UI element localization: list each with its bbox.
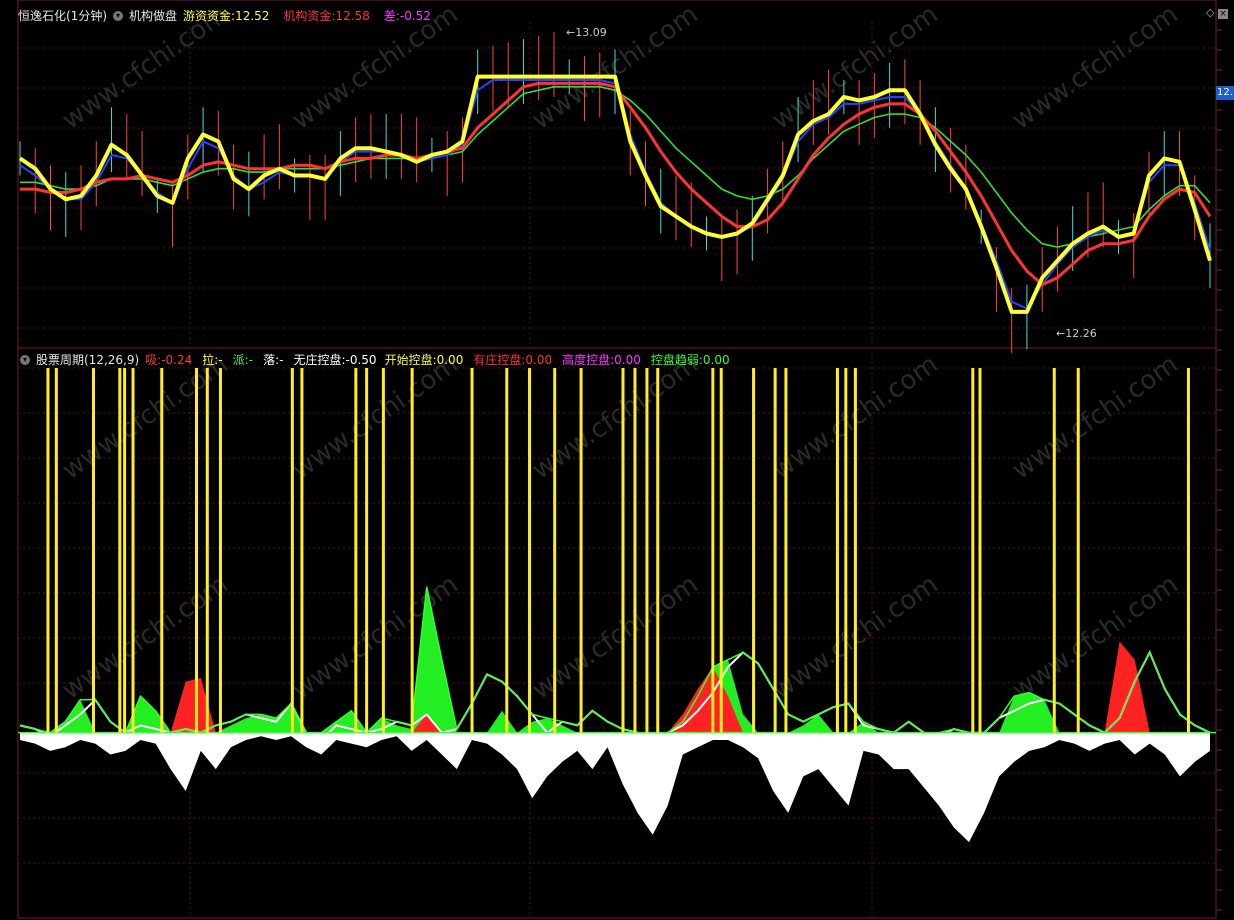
bottom-indicator-name: 股票周期(12,26,9): [36, 353, 140, 367]
indicator-toggle-icon[interactable]: ▾: [20, 354, 30, 365]
bottom-item-7-label: 高度控盘:: [562, 353, 615, 367]
bottom-legend: ▾ 股票周期(12,26,9) 吸: -0.24 拉: - 派: - 落: - …: [20, 351, 736, 368]
top-item-2-label: 差:: [383, 9, 400, 23]
top-item-0-value: 12.52: [235, 8, 270, 23]
top-indicator-name: 机构做盘: [129, 9, 178, 23]
chart-canvas[interactable]: www.cfchi.com www.cfchi.com www.cfchi.com w…: [0, 0, 1234, 920]
bottom-item-2-label: 派:: [232, 353, 249, 367]
bottom-item-7-value: 0.00: [614, 352, 641, 367]
diamond-icon[interactable]: ◇: [1206, 6, 1214, 19]
bottom-item-8-value: 0.00: [702, 352, 730, 367]
bottom-item-6-label: 有庄控盘:: [473, 353, 526, 367]
bottom-item-3-value: -: [279, 352, 284, 367]
bottom-item-0-label: 吸:: [145, 353, 162, 367]
watermark: www.cfchi.com: [287, 349, 464, 485]
bottom-item-0-value: -0.24: [161, 352, 193, 367]
top-item-2-value: -0.52: [399, 8, 431, 23]
panel-window-icons[interactable]: ◇ ×: [1206, 6, 1228, 19]
bottom-item-5-value: 0.00: [436, 352, 464, 367]
top-item-1-label: 机构资金:: [283, 9, 336, 23]
bottom-item-6-value: 0.00: [525, 352, 553, 367]
close-icon[interactable]: ×: [1218, 9, 1228, 19]
high-price-label: ←13.09: [566, 26, 607, 39]
bottom-item-4-label: 无庄控盘:: [293, 353, 346, 367]
bottom-item-1-label: 拉:: [202, 353, 219, 367]
top-item-0-label: 游资资金:: [183, 9, 236, 23]
top-item-1-value: 12.58: [335, 8, 370, 23]
top-legend: 恒逸石化(1分钟) ▾ 机构做盘 游资资金: 12.52 机构资金: 12.58…: [18, 7, 437, 24]
stock-label: 恒逸石化(1分钟): [18, 9, 107, 23]
bottom-item-8-label: 控盘趋弱:: [650, 353, 703, 367]
bottom-item-2-value: -: [248, 352, 254, 367]
indicator-toggle-icon[interactable]: ▾: [113, 10, 123, 21]
watermark: www.cfchi.com: [1007, 0, 1184, 136]
bottom-item-1-value: -: [218, 352, 223, 367]
negative-area: [20, 732, 1210, 843]
low-price-label: ←12.26: [1056, 327, 1097, 340]
bottom-item-5-label: 开始控盘:: [384, 353, 437, 367]
bottom-item-4-value: -0.50: [345, 352, 377, 367]
watermark: www.cfchi.com: [1007, 349, 1184, 485]
current-price-box: 12.: [1216, 86, 1234, 100]
bottom-item-3-label: 落:: [263, 353, 280, 367]
